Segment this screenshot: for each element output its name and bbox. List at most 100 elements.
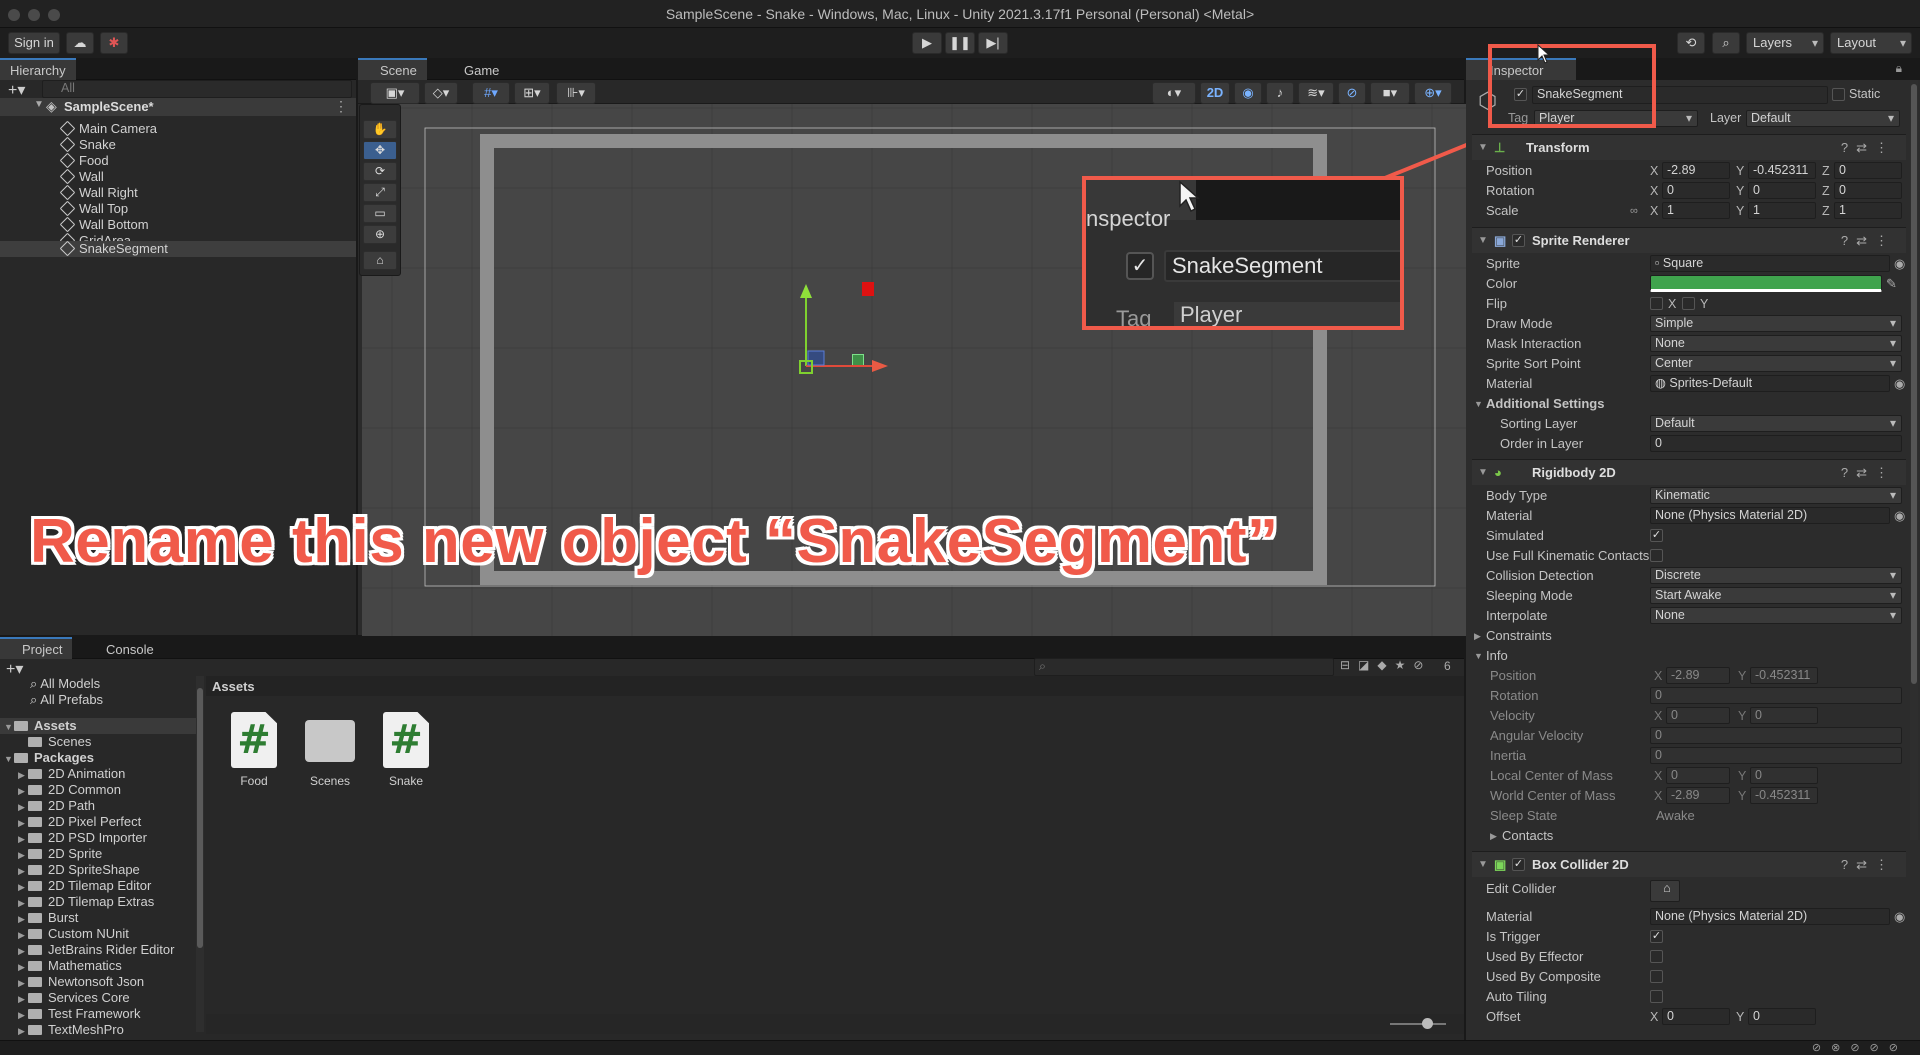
rotation-z-field[interactable]: 0 [1834, 182, 1902, 199]
collapse-arrow-icon[interactable]: ▼ [1474, 394, 1483, 414]
material-field[interactable]: ◍ Sprites-Default [1650, 375, 1890, 392]
asset-breadcrumb[interactable]: Assets [206, 676, 1464, 696]
rigidbody-header[interactable]: ▼ ◕ Rigidbody 2D ?⇄⋮ [1472, 459, 1906, 485]
component-menu-icons[interactable]: ?⇄⋮ [1841, 852, 1896, 878]
scale-x-field[interactable]: 1 [1662, 202, 1730, 219]
full-kinematic-checkbox[interactable] [1650, 549, 1663, 562]
draw-mode-dropdown[interactable]: ◇▾ [424, 82, 458, 104]
is-trigger-checkbox[interactable]: ✓ [1650, 930, 1663, 943]
component-menu-icons[interactable]: ?⇄⋮ [1841, 228, 1896, 254]
used-by-composite-checkbox[interactable] [1650, 970, 1663, 983]
status-icons[interactable]: ⊘⊗⊘⊘⊘ [1812, 1041, 1908, 1054]
increment-snap-dropdown[interactable]: ⊪▾ [556, 82, 596, 104]
flip-y-checkbox[interactable] [1682, 297, 1695, 310]
package-folder[interactable]: ▶ 2D Sprite [18, 846, 102, 862]
hierarchy-item[interactable]: Snake [59, 136, 116, 153]
rotate-tool-icon[interactable]: ⟳ [363, 162, 397, 181]
audio-icon[interactable]: ♪ [1266, 82, 1294, 104]
asset-food[interactable]: # Food [224, 712, 284, 788]
sprite-renderer-header[interactable]: ▼ ▣ ✓ Sprite Renderer ?⇄⋮ [1472, 227, 1906, 253]
hierarchy-search-input[interactable]: All [42, 80, 352, 98]
package-folder[interactable]: ▶ 2D Pixel Perfect [18, 814, 141, 830]
packages-folder[interactable]: ▼ Packages [4, 750, 94, 766]
hierarchy-tab[interactable]: Hierarchy [0, 58, 76, 80]
scale-tool-icon[interactable]: ⤢ [363, 183, 397, 202]
scenes-folder[interactable]: Scenes [28, 734, 91, 750]
grid-snap-dropdown[interactable]: #▾ [472, 82, 510, 104]
scene-tab[interactable]: Scene [358, 58, 427, 80]
position-y-field[interactable]: -0.452311 [1748, 162, 1816, 179]
expand-arrow-icon[interactable]: ▶ [18, 767, 28, 783]
tree-scrollbar[interactable] [196, 676, 204, 1032]
sprite-field[interactable]: ▫ Square [1650, 255, 1890, 272]
history-icon[interactable]: ⟲ [1677, 32, 1705, 54]
collab-icon[interactable]: ✱ [100, 32, 128, 54]
expand-arrow-icon[interactable]: ▶ [18, 959, 28, 975]
expand-arrow-icon[interactable]: ▶ [18, 815, 28, 831]
interpolate-dropdown[interactable]: None [1650, 607, 1902, 624]
play-button[interactable]: ▶ [912, 32, 942, 54]
position-z-field[interactable]: 0 [1834, 162, 1902, 179]
sort-point-dropdown[interactable]: Center [1650, 355, 1902, 372]
scale-z-field[interactable]: 1 [1834, 202, 1902, 219]
expand-arrow-icon[interactable]: ▶ [18, 991, 28, 1007]
collider-material-field[interactable]: None (Physics Material 2D) [1650, 908, 1890, 925]
hierarchy-item[interactable]: Wall Top [59, 200, 128, 217]
lighting-icon[interactable]: ◉ [1234, 82, 1262, 104]
game-tab[interactable]: Game [438, 58, 509, 80]
rotation-x-field[interactable]: 0 [1662, 182, 1730, 199]
component-enabled-checkbox[interactable]: ✓ [1512, 234, 1525, 247]
contacts-foldout[interactable]: ▶ Contacts [1486, 826, 1904, 846]
eyedropper-icon[interactable]: ✎ [1886, 274, 1897, 294]
package-folder[interactable]: ▶ Custom NUnit [18, 926, 129, 942]
package-folder[interactable]: ▶ Burst [18, 910, 78, 926]
expand-arrow-icon[interactable]: ▶ [18, 895, 28, 911]
cloud-icon[interactable]: ☁ [66, 32, 94, 54]
physics-material-field[interactable]: None (Physics Material 2D) [1650, 507, 1890, 524]
hierarchy-item[interactable]: Main Camera [59, 120, 157, 137]
package-folder[interactable]: ▶ 2D PSD Importer [18, 830, 147, 846]
collapse-arrow-icon[interactable]: ▼ [1478, 135, 1488, 161]
hierarchy-item[interactable]: Wall Bottom [59, 216, 149, 233]
order-in-layer-field[interactable]: 0 [1650, 435, 1902, 452]
edit-collider-button[interactable]: ⌂ [1650, 880, 1680, 902]
object-picker-icon[interactable]: ◉ [1894, 254, 1905, 274]
project-tab[interactable]: Project [0, 637, 73, 659]
rect-tool-icon[interactable]: ▭ [363, 204, 397, 223]
position-x-field[interactable]: -2.89 [1662, 162, 1730, 179]
lock-icon[interactable]: 🔒︎ [1896, 61, 1902, 76]
layers-dropdown[interactable]: Layers [1746, 32, 1824, 54]
hidden-objects-icon[interactable]: ⊘ [1338, 82, 1366, 104]
collapse-arrow-icon[interactable]: ▼ [1474, 646, 1483, 666]
inspector-scrollbar[interactable] [1910, 80, 1918, 840]
favorite-item[interactable]: ⌕ All Models [30, 676, 100, 692]
flip-x-checkbox[interactable] [1650, 297, 1663, 310]
object-picker-icon[interactable]: ◉ [1894, 374, 1905, 394]
auto-tiling-checkbox[interactable] [1650, 990, 1663, 1003]
slider-handle[interactable] [1422, 1018, 1433, 1029]
object-picker-icon[interactable]: ◉ [1894, 907, 1905, 927]
sleeping-mode-dropdown[interactable]: Start Awake [1650, 587, 1902, 604]
effects-dropdown[interactable]: ≋▾ [1298, 82, 1334, 104]
collapse-arrow-icon[interactable]: ▼ [1478, 460, 1488, 486]
additional-settings-foldout[interactable]: ▼ Additional Settings [1474, 394, 1904, 414]
package-folder[interactable]: ▶ JetBrains Rider Editor [18, 942, 174, 958]
mask-interaction-dropdown[interactable]: None [1650, 335, 1902, 352]
package-folder[interactable]: ▶ Test Framework [18, 1006, 140, 1022]
expand-arrow-icon[interactable]: ▼ [34, 99, 44, 110]
move-tool-icon[interactable]: ✥ [363, 141, 397, 160]
expand-arrow-icon[interactable]: ▶ [18, 783, 28, 799]
package-folder[interactable]: ▶ Newtonsoft Json [18, 974, 144, 990]
pause-button[interactable]: ❚❚ [945, 32, 975, 54]
constraints-foldout[interactable]: ▶ Constraints [1474, 626, 1904, 646]
package-folder[interactable]: ▶ 2D Tilemap Editor [18, 878, 151, 894]
expand-arrow-icon[interactable]: ▶ [18, 911, 28, 927]
layout-dropdown[interactable]: Layout [1830, 32, 1912, 54]
console-tab[interactable]: Console [88, 637, 164, 659]
collision-detection-dropdown[interactable]: Discrete [1650, 567, 1902, 584]
more-icon[interactable]: ⋮ [334, 98, 348, 115]
hierarchy-item[interactable]: Food [59, 152, 109, 169]
component-menu-icons[interactable]: ?⇄⋮ [1841, 135, 1896, 161]
body-type-dropdown[interactable]: Kinematic [1650, 487, 1902, 504]
expand-arrow-icon[interactable]: ▶ [18, 831, 28, 847]
